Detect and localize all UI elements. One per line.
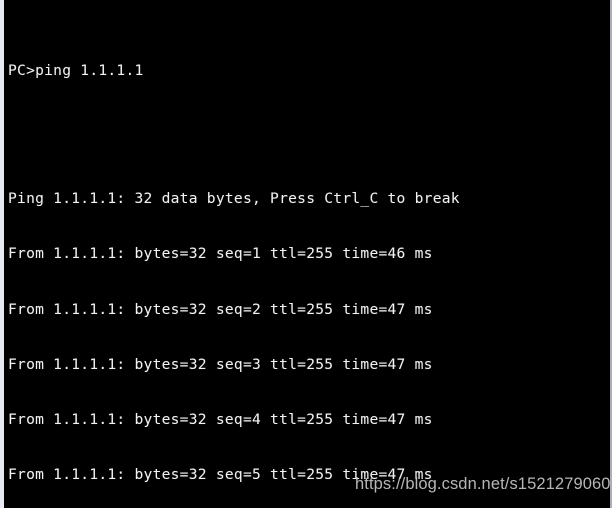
ping-header-line-1: Ping 1.1.1.1: 32 data bytes, Press Ctrl_… [8, 190, 460, 208]
terminal-output[interactable]: PC>ping 1.1.1.1 Ping 1.1.1.1: 32 data by… [8, 7, 604, 507]
console-window[interactable]: PC>ping 1.1.1.1 Ping 1.1.1.1: 32 data by… [0, 0, 612, 508]
command-prompt-line-1: PC>ping 1.1.1.1 [8, 62, 144, 80]
ping-reply-line: From 1.1.1.1: bytes=32 seq=2 ttl=255 tim… [8, 300, 433, 318]
ping-reply-line: From 1.1.1.1: bytes=32 seq=5 ttl=255 tim… [8, 465, 433, 483]
ping-reply-line: From 1.1.1.1: bytes=32 seq=1 ttl=255 tim… [8, 245, 433, 263]
ping-reply-line: From 1.1.1.1: bytes=32 seq=4 ttl=255 tim… [8, 410, 433, 428]
ping-reply-line: From 1.1.1.1: bytes=32 seq=3 ttl=255 tim… [8, 355, 433, 373]
window-left-border [0, 0, 4, 508]
